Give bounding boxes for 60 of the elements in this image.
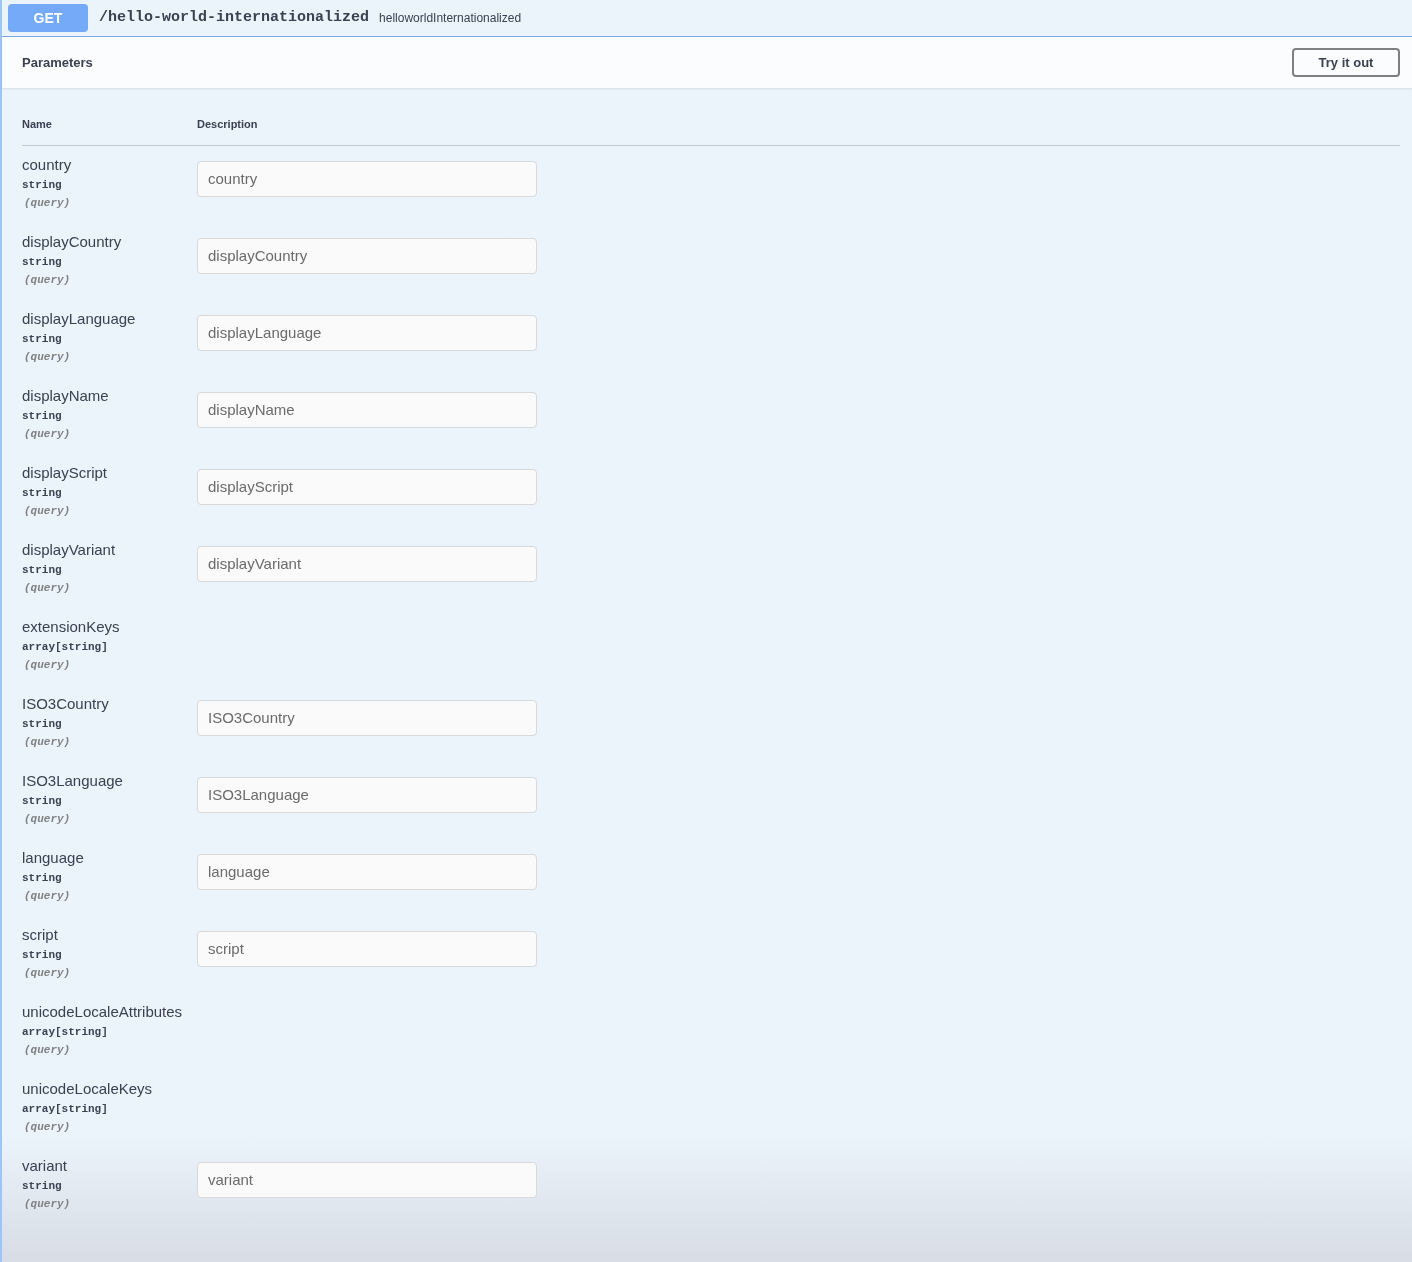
input-field[interactable]: displayVariant xyxy=(197,545,537,582)
parameter-name: ISO3Language xyxy=(22,771,124,790)
parameter-name: displayName xyxy=(22,386,110,405)
parameter-name: ISO3Country xyxy=(22,694,110,713)
parameter-type: string xyxy=(22,1178,63,1194)
section-title: Parameters xyxy=(22,53,93,72)
parameter-type: string xyxy=(22,485,63,501)
parameter-type: array[string] xyxy=(22,1024,109,1040)
parameter-location: (query) xyxy=(24,734,72,750)
parameter-type: array[string] xyxy=(22,1101,109,1117)
input-field[interactable]: ISO3Language xyxy=(197,776,537,813)
parameter-type: string xyxy=(22,177,63,193)
parameter-type: string xyxy=(22,331,63,347)
parameter-location: (query) xyxy=(24,888,72,904)
parameter-type: string xyxy=(22,408,63,424)
column-header: Name xyxy=(22,117,53,132)
method-badge: GET xyxy=(8,4,88,32)
parameter-location: (query) xyxy=(24,965,72,981)
operation-id: helloworldInternationalized xyxy=(379,10,522,27)
input-field[interactable]: displayName xyxy=(197,391,537,428)
parameter-name: variant xyxy=(22,1156,69,1175)
try-it-out-button[interactable]: Try it out xyxy=(1292,48,1400,77)
input-field[interactable]: script xyxy=(197,930,537,967)
parameter-name: displayCountry xyxy=(22,232,123,251)
input-field[interactable]: country xyxy=(197,160,537,197)
parameter-name: displayVariant xyxy=(22,540,117,559)
column-header: Description xyxy=(197,117,258,132)
parameter-location: (query) xyxy=(24,503,72,519)
parameter-type: string xyxy=(22,254,63,270)
input-field[interactable]: variant xyxy=(197,1161,537,1198)
parameter-location: (query) xyxy=(24,349,72,365)
parameter-name: unicodeLocaleKeys xyxy=(22,1079,154,1098)
parameter-name: displayLanguage xyxy=(22,309,137,328)
parameter-location: (query) xyxy=(24,580,72,596)
parameter-location: (query) xyxy=(24,272,72,288)
parameter-name: script xyxy=(22,925,59,944)
endpoint-path: /hello-world-internationalized xyxy=(99,7,370,28)
parameter-type: string xyxy=(22,947,63,963)
parameter-name: country xyxy=(22,155,73,174)
parameter-name: displayScript xyxy=(22,463,109,482)
input-field[interactable]: language xyxy=(197,853,537,890)
input-field[interactable]: displayScript xyxy=(197,468,537,505)
parameter-type: string xyxy=(22,716,63,732)
input-field[interactable]: displayLanguage xyxy=(197,314,537,351)
parameter-location: (query) xyxy=(24,1042,72,1058)
parameter-location: (query) xyxy=(24,811,72,827)
parameter-location: (query) xyxy=(24,1196,72,1212)
parameter-location: (query) xyxy=(24,657,72,673)
parameter-type: string xyxy=(22,793,63,809)
parameter-location: (query) xyxy=(24,1119,72,1135)
parameter-type: string xyxy=(22,562,63,578)
parameter-name: unicodeLocaleAttributes xyxy=(22,1002,184,1021)
parameter-type: string xyxy=(22,870,63,886)
input-field[interactable]: displayCountry xyxy=(197,237,537,274)
parameter-location: (query) xyxy=(24,195,72,211)
parameter-type: array[string] xyxy=(22,639,109,655)
parameter-name: extensionKeys xyxy=(22,617,121,636)
input-field[interactable]: ISO3Country xyxy=(197,699,537,736)
parameter-location: (query) xyxy=(24,426,72,442)
parameter-name: language xyxy=(22,848,85,867)
